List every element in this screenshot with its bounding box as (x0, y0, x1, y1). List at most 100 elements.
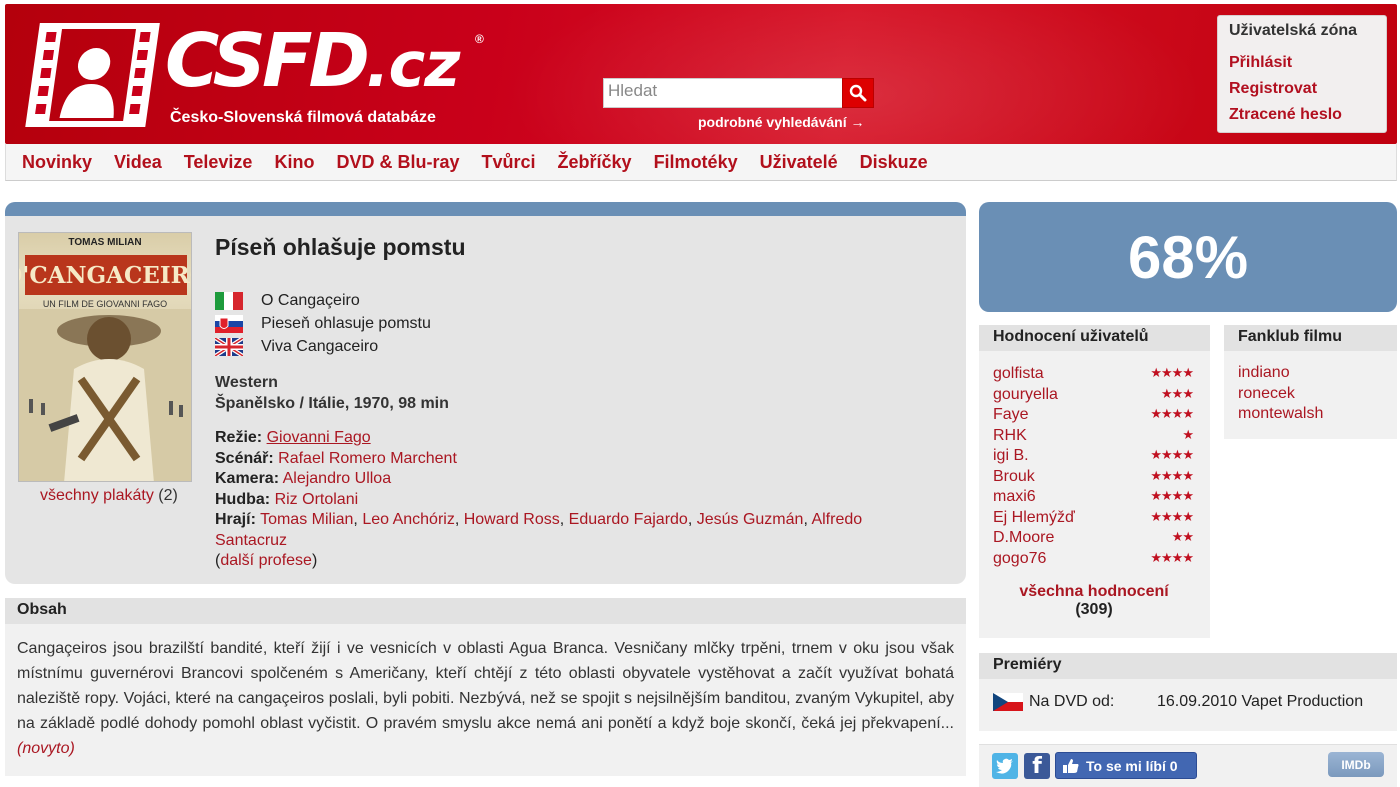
search-button[interactable] (842, 78, 874, 108)
user-zone-panel: Uživatelská zóna Přihlásit Registrovat Z… (1217, 15, 1387, 133)
plot-heading: Obsah (5, 598, 966, 624)
nav-item-tvurci[interactable]: Tvůrci (481, 152, 535, 173)
poster-top-text: TOMAS MILIAN (68, 237, 142, 248)
rating-box: 68% (979, 202, 1397, 312)
credit-more: (další profese) (215, 552, 318, 569)
film-origin: Španělsko / Itálie, 1970, 98 min (215, 395, 449, 412)
rating-row: igi B. ★★★★ (993, 447, 1194, 465)
fanklub-member-link[interactable]: indiano (1238, 363, 1383, 384)
search-input[interactable]: Hledat (603, 78, 843, 108)
advanced-search-link[interactable]: podrobné vyhledávání → (698, 114, 864, 130)
alt-title-uk: Viva Cangaceiro (215, 338, 378, 356)
registered-mark: ® (475, 32, 484, 46)
uk-flag-icon (215, 338, 243, 356)
more-professions-link[interactable]: další profese (220, 552, 312, 569)
user-ratings-panel: golfista ★★★★ gouryella ★★★ Faye ★★★★ RHK ★ … (979, 351, 1210, 638)
search-icon (849, 84, 867, 102)
alt-title-text: Viva Cangaceiro (261, 338, 379, 355)
czech-flag-icon (993, 693, 1023, 711)
rating-user-link[interactable]: Brouk (993, 468, 1035, 486)
lost-password-link[interactable]: Ztracené heslo (1229, 102, 1375, 128)
nav-item-kino[interactable]: Kino (274, 152, 314, 173)
credit-music: Hudba: Riz Ortolani (215, 490, 935, 511)
music-link[interactable]: Riz Ortolani (275, 491, 359, 508)
director-link[interactable]: Giovanni Fago (267, 429, 371, 446)
rating-row: Brouk ★★★★ (993, 468, 1194, 486)
cast-link[interactable]: Eduardo Fajardo (569, 511, 688, 528)
main-nav: Novinky Videa Televize Kino DVD & Blu-ra… (5, 144, 1397, 181)
fanklub-panel: indiano ronecek montewalsh (1224, 351, 1397, 439)
login-link[interactable]: Přihlásit (1229, 50, 1375, 76)
rating-stars-icon: ★★★★ (1150, 549, 1194, 565)
rating-row: maxi6 ★★★★ (993, 488, 1194, 506)
rating-row: golfista ★★★★ (993, 365, 1194, 383)
user-zone-title: Uživatelská zóna (1229, 22, 1358, 39)
nav-item-filmoteky[interactable]: Filmotéky (654, 152, 738, 173)
film-genre: Western (215, 374, 278, 391)
nav-item-novinky[interactable]: Novinky (22, 152, 92, 173)
rating-user-link[interactable]: D.Moore (993, 529, 1054, 547)
alt-title-italy: O Cangaçeiro (215, 292, 360, 310)
rating-user-link[interactable]: golfista (993, 365, 1044, 383)
cast-link[interactable]: Jesús Guzmán (697, 511, 804, 528)
nav-item-videa[interactable]: Videa (114, 152, 162, 173)
premiere-row: Na DVD od: 16.09.2010 Vapet Production (993, 693, 1363, 711)
nav-item-televize[interactable]: Televize (184, 152, 253, 173)
facebook-like-button[interactable]: To se mi líbí 0 (1055, 752, 1197, 779)
page-title: Píseň ohlašuje pomstu (215, 234, 466, 260)
rating-value: 68% (1127, 223, 1249, 291)
thumbs-up-icon (1063, 758, 1079, 773)
credit-label: Scénář: (215, 449, 274, 467)
all-ratings-link[interactable]: všechna hodnocení (1019, 583, 1168, 600)
film-credits: Režie: Giovanni Fago Scénář: Rafael Rome… (215, 428, 935, 572)
credit-label: Režie: (215, 429, 263, 446)
rating-stars-icon: ★★★ (1161, 385, 1194, 401)
rating-row: gogo76 ★★★★ (993, 549, 1194, 568)
rating-user-link[interactable]: gogo76 (993, 550, 1046, 568)
rating-user-link[interactable]: RHK (993, 427, 1027, 445)
cast-link[interactable]: Leo Anchóriz (362, 511, 455, 528)
rating-user-link[interactable]: igi B. (993, 447, 1029, 465)
plot-text: Cangaçeiros jsou brazilští bandité, kteř… (17, 640, 954, 732)
rating-stars-icon: ★★★★ (1150, 406, 1194, 421)
nav-item-zebricky[interactable]: Žebříčky (558, 152, 632, 173)
rating-user-link[interactable]: Faye (993, 406, 1029, 424)
premiere-label: Na DVD od: (1029, 693, 1115, 710)
rating-stars-icon: ★★ (1171, 529, 1194, 544)
credit-cast: Hrají: Tomas Milian, Leo Anchóriz, Howar… (215, 511, 863, 549)
cast-link[interactable]: Howard Ross (464, 511, 560, 528)
poster-sub-text: UN FILM DE GIOVANNI FAGO (42, 299, 168, 309)
poster-figure-image (19, 309, 191, 481)
fanklub-member-link[interactable]: ronecek (1238, 384, 1383, 405)
film-strip-logo-icon[interactable] (25, 22, 161, 128)
credit-director: Režie: Giovanni Fago (215, 428, 935, 449)
twitter-icon[interactable] (992, 753, 1018, 779)
rating-row: RHK ★ (993, 427, 1194, 445)
logo-subtitle: Česko-Slovenská filmová databáze (170, 109, 436, 126)
camera-link[interactable]: Alejandro Ulloa (283, 470, 392, 487)
rating-row: Ej Hlemýžď ★★★★ (993, 509, 1194, 527)
italy-flag-icon (215, 292, 243, 310)
writer-link[interactable]: Rafael Romero Marchent (278, 450, 457, 467)
film-info-box: TOMAS MILIAN O'CANGACEIRO UN FILM DE GIO… (5, 202, 966, 584)
register-link[interactable]: Registrovat (1229, 76, 1375, 102)
logo-tld: .cz (365, 28, 460, 101)
cast-link[interactable]: Tomas Milian (260, 511, 353, 528)
logo-wordmark[interactable]: CSFD.cz (165, 24, 460, 102)
film-poster[interactable]: TOMAS MILIAN O'CANGACEIRO UN FILM DE GIO… (18, 232, 192, 482)
nav-item-dvd-bluray[interactable]: DVD & Blu-ray (336, 152, 459, 173)
rating-user-link[interactable]: Ej Hlemýžď (993, 509, 1075, 527)
fanklub-heading: Fanklub filmu (1224, 325, 1397, 351)
facebook-icon[interactable]: f (1024, 753, 1050, 779)
fanklub-member-link[interactable]: montewalsh (1238, 404, 1383, 425)
logo-name: CSFD (165, 18, 370, 104)
all-posters-link[interactable]: všechny plakáty (40, 487, 154, 504)
rating-user-link[interactable]: gouryella (993, 386, 1058, 404)
nav-item-diskuze[interactable]: Diskuze (860, 152, 928, 173)
premiere-value: 16.09.2010 Vapet Production (1157, 693, 1364, 710)
rating-row: D.Moore ★★ (993, 529, 1194, 547)
plot-more-link[interactable]: (novyto) (17, 740, 75, 757)
nav-item-uzivatele[interactable]: Uživatelé (760, 152, 838, 173)
imdb-button[interactable]: IMDb (1328, 752, 1384, 777)
rating-user-link[interactable]: maxi6 (993, 488, 1036, 506)
